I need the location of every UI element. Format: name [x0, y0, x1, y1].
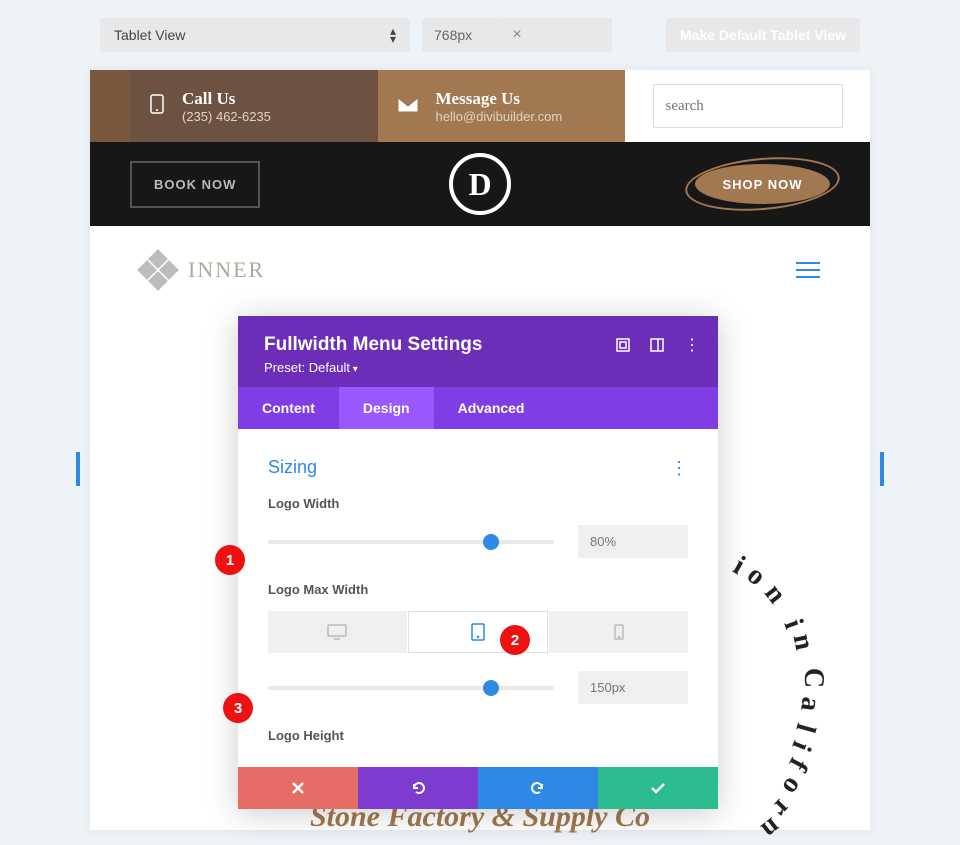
logo-width-value[interactable]: 80% [578, 525, 688, 558]
tab-advanced[interactable]: Advanced [434, 387, 549, 429]
resize-handle-left[interactable] [76, 452, 80, 486]
responsive-toolbar: Tablet View ▴▾ 768px × Make Default Tabl… [0, 0, 960, 70]
clear-width-button[interactable]: × [502, 18, 532, 52]
inner-brand[interactable]: INNER [140, 252, 265, 288]
modal-header-icons: ⋮ [616, 338, 700, 355]
call-title: Call Us [182, 89, 271, 109]
kebab-menu-icon[interactable]: ⋮ [684, 338, 700, 355]
logo-width-label: Logo Width [268, 496, 688, 511]
tab-design[interactable]: Design [339, 387, 434, 429]
make-default-button[interactable]: Make Default Tablet View [666, 18, 860, 52]
annotation-marker-3: 3 [223, 693, 253, 723]
logo-letter: D [468, 166, 491, 203]
brand-text: INNER [188, 257, 265, 283]
device-tab-phone[interactable] [549, 611, 688, 653]
modal-tabs: Content Design Advanced [238, 387, 718, 429]
select-updown-icon: ▴▾ [390, 27, 396, 43]
search-input[interactable] [653, 84, 843, 128]
message-title: Message Us [436, 89, 563, 109]
main-navbar: BOOK NOW D SHOP NOW [90, 142, 870, 226]
annotation-marker-2: 2 [500, 625, 530, 655]
sizing-kebab-icon[interactable]: ⋮ [670, 459, 688, 477]
hamburger-menu-icon[interactable] [796, 262, 820, 278]
call-number: (235) 462-6235 [182, 109, 271, 124]
annotation-marker-1: 1 [215, 545, 245, 575]
inner-header: INNER [90, 226, 870, 314]
envelope-icon [398, 96, 418, 117]
expand-icon[interactable] [616, 338, 630, 355]
cancel-button[interactable] [238, 767, 358, 809]
message-text: Message Us hello@divibuilder.com [436, 89, 563, 124]
logo-width-slider[interactable] [268, 540, 554, 544]
call-us-block[interactable]: Call Us (235) 462-6235 [130, 70, 378, 142]
contact-topbar: Call Us (235) 462-6235 Message Us hello@… [90, 70, 870, 142]
message-us-block[interactable]: Message Us hello@divibuilder.com [378, 70, 626, 142]
device-tab-desktop[interactable] [268, 611, 407, 653]
redo-button[interactable] [478, 767, 598, 809]
modal-footer [238, 767, 718, 809]
tab-content[interactable]: Content [238, 387, 339, 429]
modal-header[interactable]: Fullwidth Menu Settings Preset: Default … [238, 316, 718, 387]
shop-now-label: SHOP NOW [723, 177, 803, 192]
book-now-button[interactable]: BOOK NOW [130, 161, 260, 208]
brand-diamond-icon [140, 252, 176, 288]
call-text: Call Us (235) 462-6235 [182, 89, 271, 124]
viewport-height-input[interactable] [532, 18, 612, 52]
slider-thumb[interactable] [483, 534, 499, 550]
modal-body: Sizing ⋮ Logo Width 80% Logo Max Width 1… [238, 429, 718, 767]
responsive-device-tabs [268, 611, 688, 653]
device-select[interactable]: Tablet View ▴▾ [100, 18, 410, 52]
logo-max-width-label: Logo Max Width [268, 582, 688, 597]
preset-dropdown[interactable]: Preset: Default [264, 360, 692, 375]
logo-height-label: Logo Height [268, 728, 688, 743]
resize-handle-right[interactable] [880, 452, 884, 486]
undo-button[interactable] [358, 767, 478, 809]
logo-max-width-slider[interactable] [268, 686, 554, 690]
device-select-label: Tablet View [114, 27, 185, 43]
settings-modal: Fullwidth Menu Settings Preset: Default … [238, 316, 718, 809]
slider-thumb[interactable] [483, 680, 499, 696]
snap-icon[interactable] [650, 338, 664, 355]
sizing-heading[interactable]: Sizing [268, 457, 317, 478]
search-block [625, 70, 870, 142]
topbar-accent [90, 70, 130, 142]
phone-icon [150, 94, 164, 119]
logo-icon[interactable]: D [449, 153, 511, 215]
logo-max-width-value[interactable]: 150px [578, 671, 688, 704]
viewport-width-input[interactable]: 768px [422, 18, 502, 52]
message-email: hello@divibuilder.com [436, 109, 563, 124]
save-button[interactable] [598, 767, 718, 809]
shop-now-button[interactable]: SHOP NOW [695, 164, 830, 204]
